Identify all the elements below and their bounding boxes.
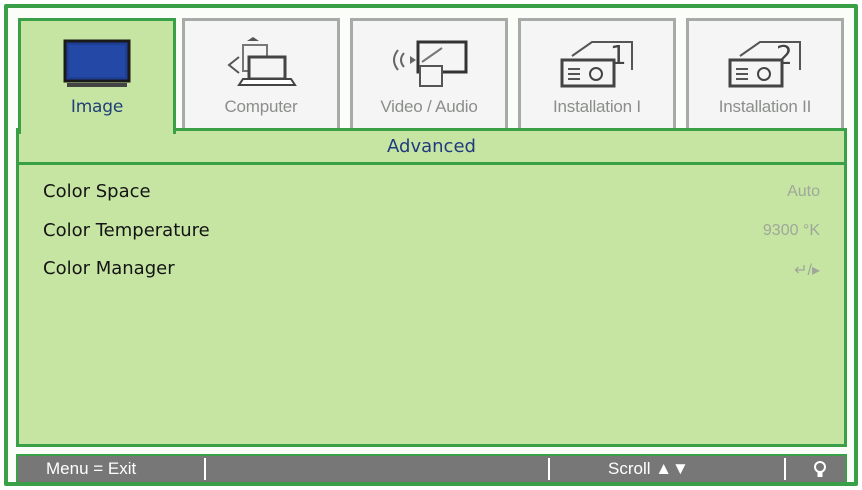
projector-2-icon: 2 <box>720 35 810 93</box>
tab-label: Installation II <box>718 97 812 116</box>
submenu-title: Advanced <box>387 136 476 157</box>
tab-computer[interactable]: Computer <box>182 18 340 131</box>
monitor-icon <box>63 35 131 93</box>
computer-icon <box>219 35 303 93</box>
tab-label: Installation I <box>553 97 641 116</box>
tab-image[interactable]: Image <box>18 18 176 134</box>
setting-value: 9300 °K <box>762 221 820 239</box>
settings-list: Color Space Auto Color Temperature 9300 … <box>19 181 844 297</box>
scroll-hint: Scroll ▲▼ <box>608 459 689 478</box>
setting-label: Color Temperature <box>43 219 210 241</box>
status-divider <box>548 458 550 480</box>
status-bar: Menu = Exit Scroll ▲▼ <box>16 454 847 484</box>
settings-panel: Advanced Color Space Auto Color Temperat… <box>16 128 847 447</box>
projector-1-icon: 1 <box>552 35 642 93</box>
projector-osd-menu: Image Computer Video / Audio 1 Installat… <box>4 4 858 486</box>
setting-value: ↵/▸ <box>794 262 820 279</box>
video-audio-icon <box>382 35 476 93</box>
tab-label: Video / Audio <box>380 97 478 116</box>
status-divider <box>204 458 206 480</box>
setting-label: Color Manager <box>43 258 175 279</box>
submenu-header: Advanced <box>19 131 844 165</box>
setting-color-temperature[interactable]: Color Temperature 9300 °K <box>19 220 844 259</box>
setting-color-manager[interactable]: Color Manager ↵/▸ <box>19 258 844 297</box>
lightbulb-icon[interactable] <box>813 460 827 485</box>
setting-color-space[interactable]: Color Space Auto <box>19 181 844 220</box>
tab-label: Computer <box>224 97 298 116</box>
setting-value: Auto <box>787 183 820 200</box>
setting-label: Color Space <box>43 181 151 202</box>
menu-exit-hint: Menu = Exit <box>46 459 137 478</box>
status-divider <box>784 458 786 480</box>
tab-label: Image <box>70 97 124 117</box>
tab-installation-2[interactable]: 2 Installation II <box>686 18 844 131</box>
tab-installation-1[interactable]: 1 Installation I <box>518 18 676 131</box>
tab-video-audio[interactable]: Video / Audio <box>350 18 508 131</box>
